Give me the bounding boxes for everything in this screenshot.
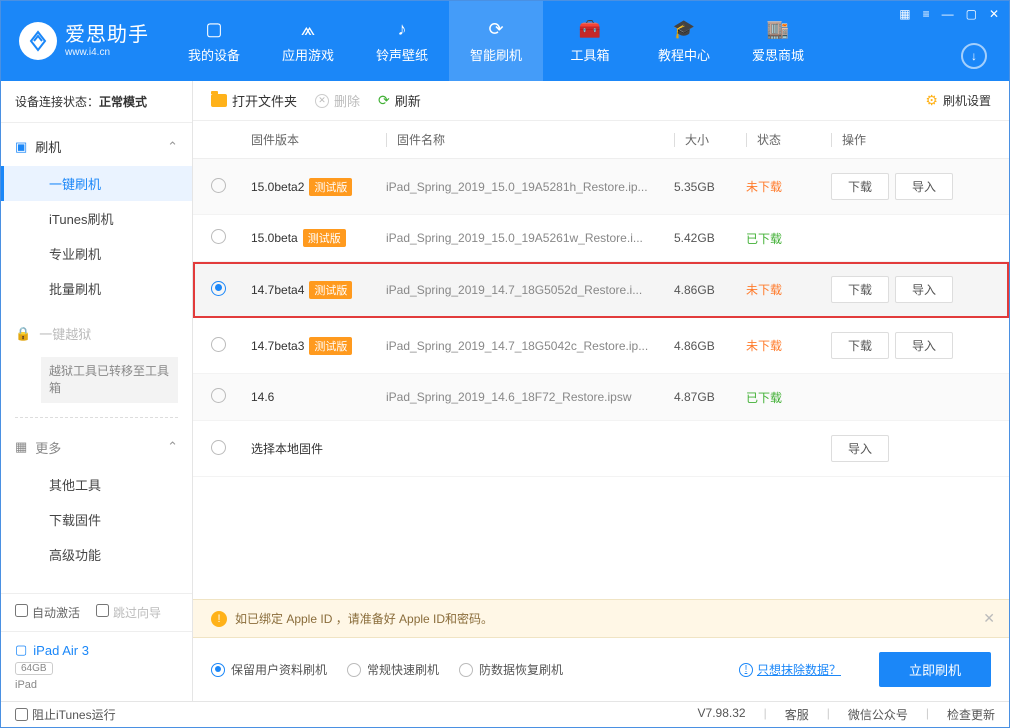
shirt-icon[interactable]: ▦ [899, 7, 910, 21]
table-row[interactable]: 15.0beta2测试版iPad_Spring_2019_15.0_19A528… [193, 159, 1009, 215]
radio-icon[interactable] [211, 388, 226, 403]
maximize-icon[interactable]: ▢ [966, 7, 977, 21]
close-icon[interactable]: ✕ [989, 7, 999, 21]
auto-activate-checkbox[interactable]: 自动激活 [15, 604, 80, 621]
flash-icon: ⟳ [485, 19, 507, 41]
table-row[interactable]: 14.6iPad_Spring_2019_14.6_18F72_Restore.… [193, 374, 1009, 421]
download-button[interactable]: 下载 [831, 276, 889, 303]
version-label: V7.98.32 [698, 706, 746, 723]
device-capacity: 64GB [15, 662, 53, 675]
table-row[interactable]: 14.7beta4测试版iPad_Spring_2019_14.7_18G505… [193, 262, 1009, 318]
gear-icon: ⚙ [925, 92, 938, 109]
nav-flash[interactable]: ⟳智能刷机 [449, 1, 543, 81]
app-header: 爱思助手 www.i4.cn ▢我的设备 ⩕应用游戏 ♪铃声壁纸 ⟳智能刷机 🧰… [1, 1, 1009, 81]
sidebar-head-jailbreak: 🔒 一键越狱 [1, 314, 192, 353]
nav-toolbox[interactable]: 🧰工具箱 [543, 1, 637, 81]
nav-store[interactable]: 🏬爱思商城 [731, 1, 825, 81]
download-button[interactable]: 下载 [831, 332, 889, 359]
radio-icon[interactable] [211, 229, 226, 244]
delete-icon: ✕ [315, 94, 329, 108]
music-icon: ♪ [391, 19, 413, 41]
nav-apps[interactable]: ⩕应用游戏 [261, 1, 355, 81]
store-icon: 🏬 [767, 19, 789, 41]
warning-icon: ! [211, 611, 227, 627]
close-banner-icon[interactable]: ✕ [983, 610, 995, 627]
sidebar-head-flash[interactable]: ▣ 刷机 ⌃ [1, 127, 192, 166]
wechat-link[interactable]: 微信公众号 [848, 706, 908, 723]
kefu-link[interactable]: 客服 [785, 706, 809, 723]
status-bar: 阻止iTunes运行 V7.98.32 | 客服 | 微信公众号 | 检查更新 [1, 701, 1009, 727]
minimize-icon[interactable]: — [942, 7, 954, 21]
block-itunes-checkbox[interactable]: 阻止iTunes运行 [15, 706, 116, 723]
delete-button[interactable]: ✕删除 [315, 91, 360, 110]
sidebar-item-itunes[interactable]: iTunes刷机 [1, 201, 192, 236]
radio-icon[interactable] [211, 178, 226, 193]
table-header: 固件版本 固件名称 大小 状态 操作 [193, 121, 1009, 159]
opt-keep-data[interactable]: 保留用户资料刷机 [211, 661, 327, 678]
sidebar-item-oneclick[interactable]: 一键刷机 [1, 166, 192, 201]
device-type: iPad [15, 679, 178, 691]
sidebar-item-pro[interactable]: 专业刷机 [1, 236, 192, 271]
skip-guide-checkbox[interactable]: 跳过向导 [96, 604, 161, 621]
flash-settings-button[interactable]: ⚙刷机设置 [925, 92, 991, 109]
flash-now-button[interactable]: 立即刷机 [879, 652, 991, 687]
radio-icon[interactable] [211, 440, 226, 455]
download-circle-icon[interactable]: ↓ [961, 43, 987, 69]
table-row[interactable]: 14.7beta3测试版iPad_Spring_2019_14.7_18G504… [193, 318, 1009, 374]
erase-link[interactable]: !只想抹除数据？ [739, 661, 841, 678]
grid-icon: ▦ [15, 439, 27, 455]
logo-icon [19, 22, 57, 60]
device-icon: ▢ [203, 19, 225, 41]
refresh-icon: ⟳ [378, 92, 390, 109]
import-button[interactable]: 导入 [895, 332, 953, 359]
table-row[interactable]: 15.0beta测试版iPad_Spring_2019_15.0_19A5261… [193, 215, 1009, 262]
sidebar-item-batch[interactable]: 批量刷机 [1, 271, 192, 306]
sidebar-item-download[interactable]: 下载固件 [1, 502, 192, 537]
lock-icon: 🔒 [15, 326, 31, 342]
jailbreak-note: 越狱工具已转移至工具箱 [41, 357, 178, 403]
window-controls: ▦ ≡ — ▢ ✕ [899, 7, 999, 21]
sidebar-item-other[interactable]: 其他工具 [1, 467, 192, 502]
folder-icon [211, 94, 227, 107]
top-nav: ▢我的设备 ⩕应用游戏 ♪铃声壁纸 ⟳智能刷机 🧰工具箱 🎓教程中心 🏬爱思商城 [167, 1, 825, 81]
app-site: www.i4.cn [65, 47, 149, 59]
device-name[interactable]: ▢ iPad Air 3 [15, 642, 178, 658]
toolbar: 打开文件夹 ✕删除 ⟳刷新 ⚙刷机设置 [193, 81, 1009, 121]
sidebar-head-more[interactable]: ▦ 更多 ⌃ [1, 428, 192, 467]
open-folder-button[interactable]: 打开文件夹 [211, 91, 297, 110]
main-panel: 打开文件夹 ✕删除 ⟳刷新 ⚙刷机设置 固件版本 固件名称 大小 状态 操作 1… [193, 81, 1009, 701]
device-info: ▢ iPad Air 3 64GB iPad [1, 631, 192, 701]
tutorial-icon: 🎓 [673, 19, 695, 41]
opt-fast[interactable]: 常规快速刷机 [347, 661, 439, 678]
logo: 爱思助手 www.i4.cn [1, 22, 167, 60]
toolbox-icon: 🧰 [579, 19, 601, 41]
import-button[interactable]: 导入 [831, 435, 889, 462]
opt-antirecover[interactable]: 防数据恢复刷机 [459, 661, 563, 678]
import-button[interactable]: 导入 [895, 276, 953, 303]
flash-options: 保留用户资料刷机 常规快速刷机 防数据恢复刷机 !只想抹除数据？ 立即刷机 [193, 638, 1009, 701]
local-firmware-row[interactable]: 选择本地固件 导入 [193, 421, 1009, 477]
update-link[interactable]: 检查更新 [947, 706, 995, 723]
radio-icon[interactable] [211, 281, 226, 296]
refresh-button[interactable]: ⟳刷新 [378, 91, 421, 110]
firmware-rows: 15.0beta2测试版iPad_Spring_2019_15.0_19A528… [193, 159, 1009, 421]
apps-icon: ⩕ [297, 19, 319, 41]
nav-my-device[interactable]: ▢我的设备 [167, 1, 261, 81]
nav-ringtone[interactable]: ♪铃声壁纸 [355, 1, 449, 81]
sidebar-item-advanced[interactable]: 高级功能 [1, 537, 192, 572]
apple-id-banner: ! 如已绑定 Apple ID ，请准备好 Apple ID和密码。 ✕ [193, 599, 1009, 638]
download-button[interactable]: 下载 [831, 173, 889, 200]
radio-icon[interactable] [211, 337, 226, 352]
connection-status: 设备连接状态：正常模式 [1, 81, 192, 123]
nav-tutorial[interactable]: 🎓教程中心 [637, 1, 731, 81]
menu-icon[interactable]: ≡ [923, 7, 930, 21]
sidebar: 设备连接状态：正常模式 ▣ 刷机 ⌃ 一键刷机 iTunes刷机 专业刷机 批量… [1, 81, 193, 701]
app-title: 爱思助手 [65, 23, 149, 47]
import-button[interactable]: 导入 [895, 173, 953, 200]
